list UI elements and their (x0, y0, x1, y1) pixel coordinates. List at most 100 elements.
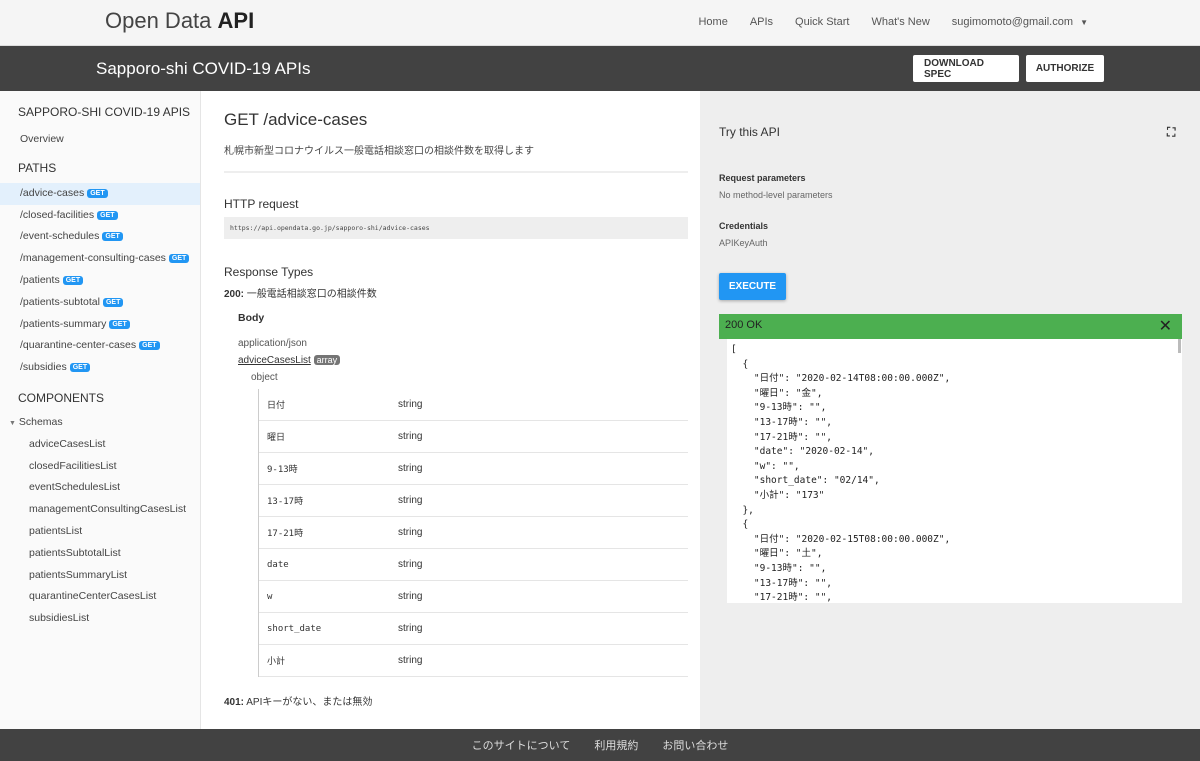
sidebar-heading: SAPPORO-SHI COVID-19 APIS (18, 105, 191, 119)
sidebar-schema-item[interactable]: patientsSubtotalList (0, 543, 200, 565)
response-status-bar: 200 OK ✕ (719, 314, 1182, 339)
nav-whats-new[interactable]: What's New (871, 16, 929, 28)
request-url: https://api.opendata.go.jp/sapporo-shi/a… (224, 217, 688, 239)
get-badge: GET (102, 297, 124, 307)
field-name: date (267, 559, 289, 570)
footer-about[interactable]: このサイトについて (472, 737, 571, 753)
fullscreen-icon[interactable]: ⛶ (1167, 125, 1175, 140)
schema-field-row: 13-17時 string (259, 485, 688, 517)
response-json: [ { "日付": "2020-02-14T08:00:00.000Z", "曜… (731, 344, 951, 603)
field-name: 9-13時 (267, 465, 298, 475)
user-menu[interactable]: sugimomoto@gmail.com ▼ (952, 16, 1088, 28)
nav-apis[interactable]: APIs (750, 16, 773, 28)
response-body[interactable]: [ { "日付": "2020-02-14T08:00:00.000Z", "曜… (727, 339, 1182, 603)
status-code: 401: (224, 697, 245, 708)
field-type: string (398, 495, 423, 506)
logo[interactable]: Open Data API (105, 8, 254, 34)
footer-contact[interactable]: お問い合わせ (662, 737, 728, 753)
top-header: Open Data API Home APIs Quick Start What… (0, 0, 1200, 46)
sidebar-schema-item[interactable]: quarantineCenterCasesList (0, 586, 200, 608)
logo-text: Open Data (105, 8, 218, 33)
field-type: string (398, 623, 423, 634)
response-types-heading: Response Types (224, 265, 314, 279)
http-request-heading: HTTP request (224, 197, 299, 211)
get-badge: GET (87, 188, 108, 198)
field-name: 17-21時 (267, 529, 304, 539)
top-nav: Home APIs Quick Start What's New sugimom… (698, 16, 1088, 28)
field-type: string (398, 559, 423, 570)
params-label: Request parameters (719, 173, 806, 183)
schema-field-row: date string (259, 549, 688, 581)
array-badge: array (313, 355, 341, 365)
download-spec-button[interactable]: DOWNLOAD SPEC (913, 55, 1019, 82)
nav-home[interactable]: Home (698, 16, 727, 28)
credentials-label: Credentials (719, 221, 769, 231)
field-type: string (398, 591, 423, 602)
scrollbar[interactable] (1178, 339, 1181, 353)
sidebar: SAPPORO-SHI COVID-19 APIS Overview PATHS… (0, 91, 201, 729)
sidebar-schema-item[interactable]: patientsList (0, 521, 200, 543)
sidebar-schema-item[interactable]: patientsSummaryList (0, 565, 200, 587)
paths-heading: PATHS (18, 160, 57, 175)
path-label: /patients (20, 273, 60, 286)
path-label: /subsidies (20, 361, 67, 374)
close-icon[interactable]: ✕ (1159, 316, 1172, 336)
credentials-value: APIKeyAuth (719, 238, 768, 248)
caret-down-icon: ▼ (1080, 18, 1088, 27)
field-type: string (398, 527, 423, 538)
schemas-toggle[interactable]: ▼ Schemas (0, 412, 200, 434)
schema-link[interactable]: adviceCasesList (238, 355, 311, 366)
nav-quick-start[interactable]: Quick Start (795, 16, 849, 28)
page-title: GET /advice-cases (224, 110, 368, 129)
sidebar-path-item[interactable]: /quarantine-center-cases GET (0, 335, 200, 357)
sidebar-schema-item[interactable]: eventSchedulesList (0, 477, 200, 499)
sidebar-path-item[interactable]: /patients-subtotal GET (0, 292, 200, 314)
sidebar-path-item[interactable]: /subsidies GET (0, 357, 200, 379)
sidebar-schema-item[interactable]: subsidiesList (0, 608, 200, 630)
field-name: 13-17時 (267, 497, 304, 507)
sidebar-path-item[interactable]: /event-schedules GET (0, 226, 200, 248)
schema-fields: 日付 string 曜日 string 9-13時 string 13-17時 string 1… (258, 389, 688, 677)
schema-field-row: 日付 string (259, 389, 688, 421)
schema-field-row: 曜日 string (259, 421, 688, 453)
body-label: Body (238, 312, 265, 324)
get-badge: GET (69, 363, 91, 373)
path-label: /quarantine-center-cases (20, 339, 137, 352)
api-title: Sapporo-shi COVID-19 APIs (96, 59, 311, 78)
sidebar-schema-item[interactable]: closedFacilitiesList (0, 456, 200, 478)
field-type: string (398, 655, 423, 666)
get-badge: GET (97, 210, 118, 220)
components-heading: COMPONENTS (18, 390, 105, 405)
status-text: 一般電話相談窓口の相談件数 (246, 289, 377, 300)
path-label: /patients-summary (20, 317, 107, 330)
sidebar-schema-item[interactable]: adviceCasesList (0, 434, 200, 456)
authorize-button[interactable]: AUTHORIZE (1026, 55, 1104, 82)
path-label: /closed-facilities (20, 208, 95, 221)
main-content: GET /advice-cases 札幌市新型コロナウイルス一般電話相談窓口の相… (201, 91, 700, 729)
sidebar-path-item[interactable]: /patients GET (0, 270, 200, 292)
sidebar-overview[interactable]: Overview (0, 129, 200, 151)
sidebar-path-item[interactable]: /patients-summary GET (0, 314, 200, 336)
get-badge: GET (168, 254, 190, 264)
api-title-bar: Sapporo-shi COVID-19 APIs DOWNLOAD SPEC … (0, 46, 1200, 91)
description: 札幌市新型コロナウイルス一般電話相談窓口の相談件数を取得します (224, 146, 534, 157)
footer: このサイトについて 利用規約 お問い合わせ (0, 729, 1200, 761)
logo-bold: API (217, 8, 255, 33)
sidebar-path-item[interactable]: /closed-facilities GET (0, 205, 200, 227)
path-label: /event-schedules (20, 230, 100, 243)
field-name: 小計 (267, 657, 286, 667)
schema-field-row: 小計 string (259, 645, 688, 677)
schema-field-row: w string (259, 581, 688, 613)
response-200: 200: 一般電話相談窓口の相談件数 (224, 285, 700, 300)
path-label: /management-consulting-cases (20, 252, 166, 265)
content-type: application/json (238, 338, 307, 349)
sidebar-path-item[interactable]: /management-consulting-cases GET (0, 248, 200, 270)
path-label: /patients-subtotal (20, 295, 100, 308)
field-type: string (398, 399, 423, 410)
object-label: object (251, 372, 278, 383)
execute-button[interactable]: EXECUTE (719, 273, 786, 300)
sidebar-path-item[interactable]: /advice-cases GET (0, 182, 200, 205)
footer-terms[interactable]: 利用規約 (594, 737, 638, 753)
sidebar-schema-item[interactable]: managementConsultingCasesList (0, 499, 200, 521)
get-badge: GET (139, 341, 160, 351)
